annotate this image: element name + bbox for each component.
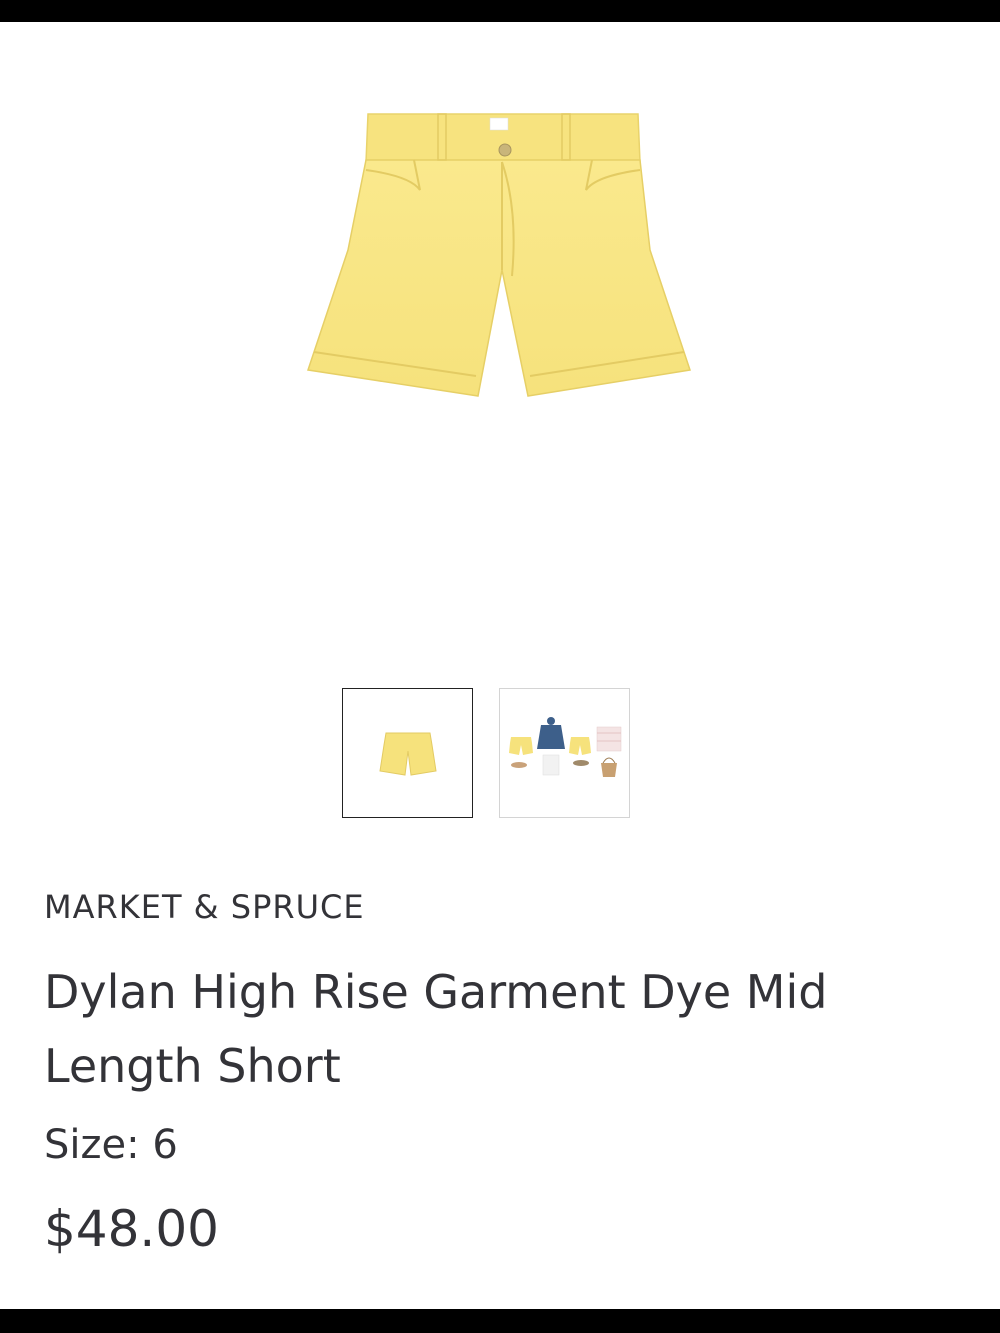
size-label: Size:: [44, 1122, 140, 1168]
outfit-collage-image: [508, 717, 621, 777]
brand-name: MARKET & SPRUCE: [44, 888, 365, 926]
price: $48.00: [44, 1200, 219, 1258]
yellow-shorts-image: [307, 113, 691, 397]
outfit-image-thumb[interactable]: [499, 688, 630, 818]
navigation-bar: [0, 1309, 1000, 1333]
product-title: Dylan High Rise Garment Dye Mid Length S…: [44, 965, 828, 1093]
size-info: Size: 6: [44, 1122, 178, 1168]
product-image[interactable]: [290, 100, 710, 410]
yellow-shorts-thumb-image: [378, 732, 437, 776]
image-gallery: [342, 688, 630, 818]
product-image-thumb[interactable]: [342, 688, 473, 818]
status-bar: [0, 0, 1000, 22]
size-value: 6: [152, 1122, 178, 1168]
